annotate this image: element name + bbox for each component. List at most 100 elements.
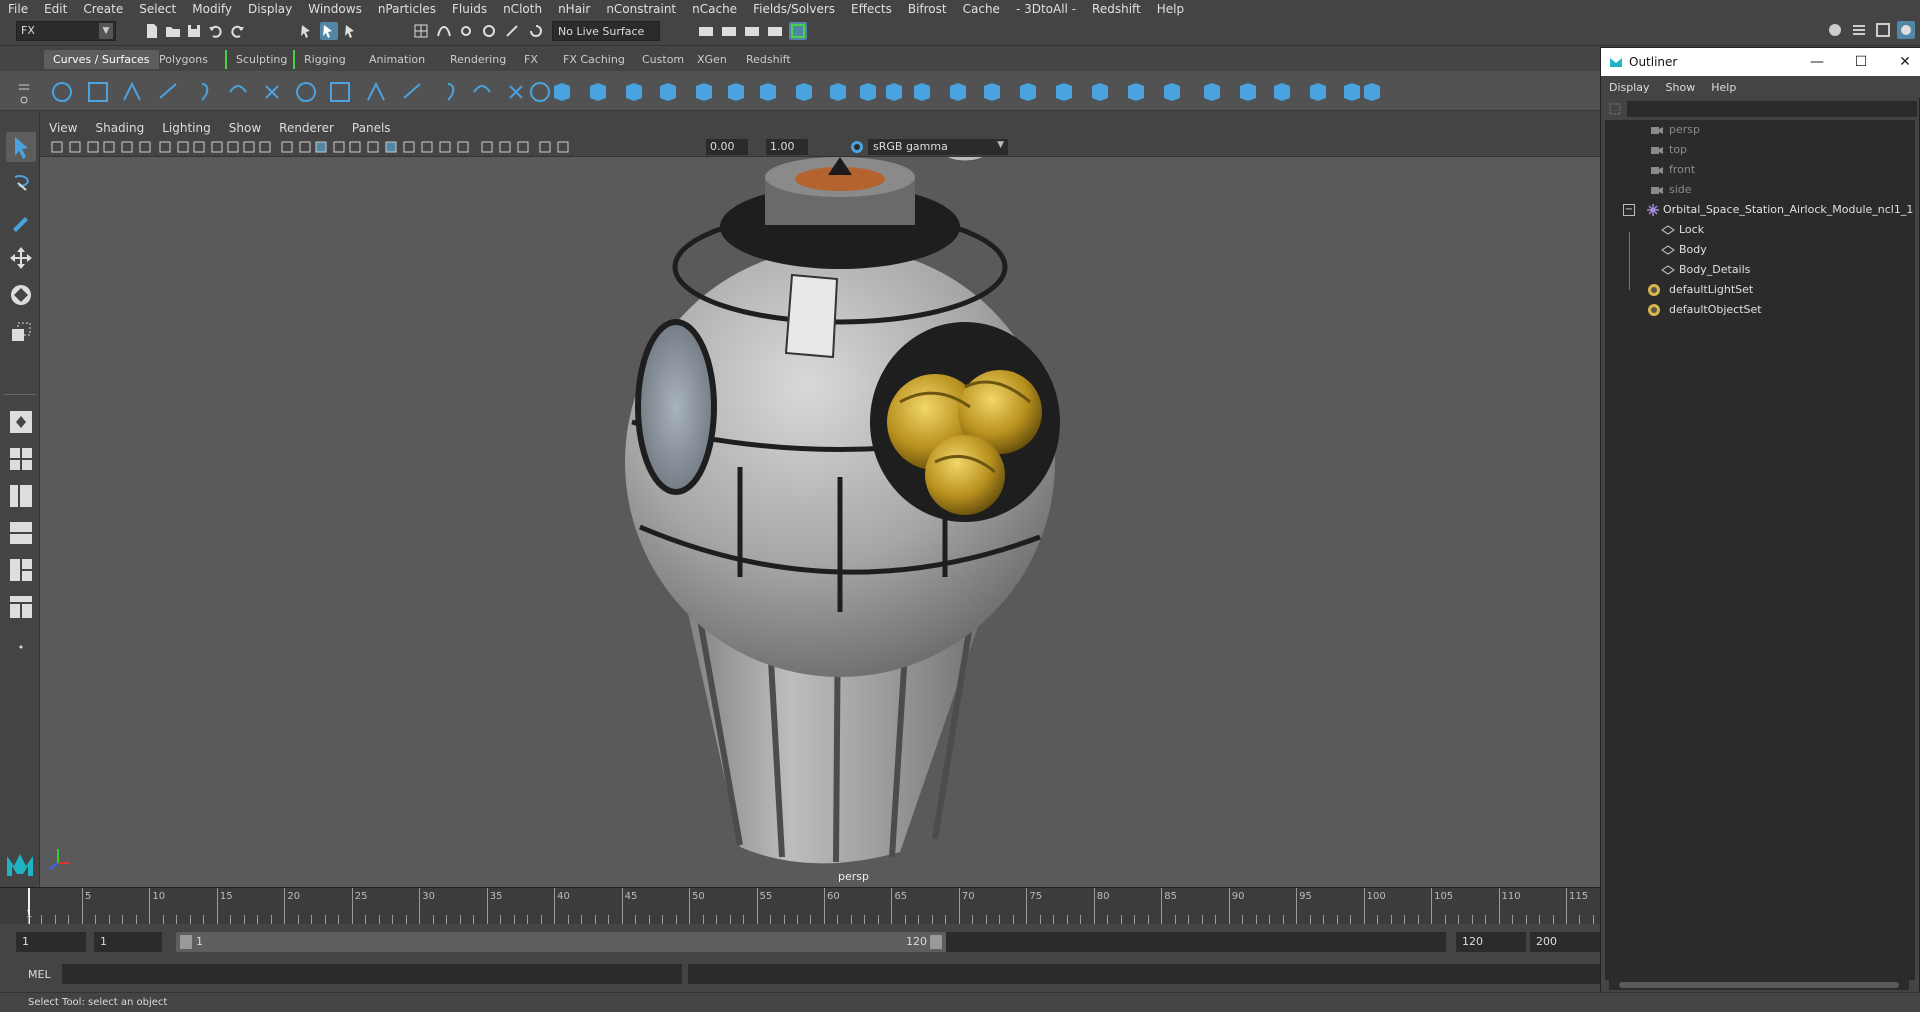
- maximize-icon[interactable]: ☐: [1851, 52, 1871, 72]
- shelf-tab-xgen[interactable]: XGen: [688, 50, 736, 69]
- color-management-icon[interactable]: [850, 140, 864, 154]
- range-slider-start-handle[interactable]: [180, 935, 192, 949]
- planar-icon[interactable]: [826, 80, 850, 104]
- curve-detach-icon[interactable]: [328, 80, 352, 104]
- nurbs-cylinder-icon[interactable]: [622, 80, 646, 104]
- panel-tool-1-icon[interactable]: [50, 140, 64, 154]
- panel-tool-26-icon[interactable]: [498, 140, 512, 154]
- nurbs-torus-icon[interactable]: [724, 80, 748, 104]
- select-object-icon[interactable]: [320, 22, 338, 40]
- panel-tool-4-icon[interactable]: [102, 140, 116, 154]
- menu-3dtoall[interactable]: - 3DtoAll -: [1008, 2, 1084, 16]
- view-transform-dropdown[interactable]: sRGB gamma ▼: [868, 139, 1008, 155]
- outliner-item-default-object-set[interactable]: defaultObjectSet: [1647, 300, 1762, 320]
- curve-fillet-icon[interactable]: [364, 80, 388, 104]
- project-curve-icon[interactable]: [1016, 80, 1040, 104]
- panel-tool-23-icon[interactable]: [438, 140, 452, 154]
- menu-ncloth[interactable]: nCloth: [495, 2, 550, 16]
- live-surface-field[interactable]: No Live Surface: [552, 21, 660, 41]
- outliner-item-body[interactable]: Body: [1661, 240, 1707, 260]
- outliner-search-input[interactable]: [1627, 101, 1917, 117]
- menu-file[interactable]: File: [0, 2, 36, 16]
- outliner-horizontal-scrollbar[interactable]: [1609, 980, 1909, 990]
- save-scene-icon[interactable]: [185, 22, 203, 40]
- rotate-tool[interactable]: [6, 280, 36, 310]
- lasso-tool[interactable]: [6, 169, 36, 199]
- menu-effects[interactable]: Effects: [843, 2, 900, 16]
- panel-tool-5-icon[interactable]: [120, 140, 134, 154]
- nurbs-circle-icon[interactable]: [50, 80, 74, 104]
- pencil-curve-icon[interactable]: [156, 80, 180, 104]
- curve-attach-icon[interactable]: [294, 80, 318, 104]
- panel-menu-shading[interactable]: Shading: [86, 121, 153, 135]
- rebuild-surface-icon[interactable]: [1270, 80, 1294, 104]
- nurbs-square-icon[interactable]: [86, 80, 110, 104]
- curve-offset-icon[interactable]: [470, 80, 494, 104]
- loft-icon[interactable]: [792, 80, 816, 104]
- panel-menu-lighting[interactable]: Lighting: [153, 121, 220, 135]
- shelf-tab-sculpting[interactable]: Sculpting: [225, 50, 296, 69]
- four-view-layout[interactable]: [6, 444, 36, 474]
- gamma-field[interactable]: 1.00: [766, 139, 808, 155]
- menu-create[interactable]: Create: [75, 2, 131, 16]
- render-current-icon[interactable]: [697, 22, 715, 40]
- shelf-menu-icon[interactable]: [17, 75, 31, 107]
- nurbs-cone-icon[interactable]: [656, 80, 680, 104]
- menu-edit[interactable]: Edit: [36, 2, 75, 16]
- panel-tool-19-icon[interactable]: [366, 140, 380, 154]
- bezier-curve-icon[interactable]: [226, 80, 250, 104]
- panel-tool-18-icon[interactable]: [348, 140, 362, 154]
- panel-tool-17-icon[interactable]: [332, 140, 346, 154]
- menu-cache[interactable]: Cache: [955, 2, 1008, 16]
- panel-tool-13-icon[interactable]: [258, 140, 272, 154]
- panel-tool-21-icon[interactable]: [402, 140, 416, 154]
- panel-tool-24-icon[interactable]: [456, 140, 470, 154]
- panel-tool-3-icon[interactable]: [86, 140, 100, 154]
- ipr-render-icon[interactable]: [720, 22, 738, 40]
- outliner-item-lock[interactable]: Lock: [1661, 220, 1704, 240]
- playback-end-field[interactable]: 120: [1456, 932, 1526, 952]
- shelf-tab-custom[interactable]: Custom: [633, 50, 693, 69]
- stitch-icon[interactable]: [1360, 80, 1384, 104]
- curve-rebuild-icon[interactable]: [504, 80, 528, 104]
- panel-tool-12-icon[interactable]: [242, 140, 256, 154]
- snap-view-plane-icon[interactable]: [480, 22, 498, 40]
- outliner-menu-show[interactable]: Show: [1658, 81, 1704, 94]
- playback-start-field[interactable]: 1: [94, 932, 162, 952]
- airlock-module-model[interactable]: [40, 157, 1600, 887]
- cv-curve-icon[interactable]: [190, 80, 214, 104]
- shelf-tab-curves-surfaces[interactable]: Curves / Surfaces: [44, 50, 159, 69]
- outliner-menu-help[interactable]: Help: [1703, 81, 1744, 94]
- panel-menu-panels[interactable]: Panels: [343, 121, 400, 135]
- persp-hypershade-layout[interactable]: [6, 555, 36, 585]
- range-slider-end-handle[interactable]: [930, 935, 942, 949]
- new-scene-icon[interactable]: [143, 22, 161, 40]
- shelf-tab-animation[interactable]: Animation: [360, 50, 434, 69]
- panel-menu-renderer[interactable]: Renderer: [270, 121, 343, 135]
- open-scene-icon[interactable]: [164, 22, 182, 40]
- panel-tool-8-icon[interactable]: [176, 140, 190, 154]
- redo-icon[interactable]: [228, 22, 246, 40]
- outliner-item-default-light-set[interactable]: defaultLightSet: [1647, 280, 1753, 300]
- select-component-icon[interactable]: [342, 22, 360, 40]
- panel-tool-15-icon[interactable]: [298, 140, 312, 154]
- nurbs-sphere-icon[interactable]: [550, 80, 574, 104]
- shelf-tab-rendering[interactable]: Rendering: [441, 50, 515, 69]
- snap-point-icon[interactable]: [457, 22, 475, 40]
- revolve-icon[interactable]: [756, 80, 780, 104]
- menu-help[interactable]: Help: [1149, 2, 1192, 16]
- attribute-editor-toggle-icon[interactable]: [1874, 21, 1892, 39]
- time-slider[interactable]: 1 5 10 15 20 25 30 35 40 45 50 55 60 65 70 75 80 85 90 95 1…: [0, 887, 1600, 925]
- undo-icon[interactable]: [207, 22, 225, 40]
- persp-graph-layout[interactable]: [6, 518, 36, 548]
- outliner-item-group[interactable]: − Orbital_Space_Station_Airlock_Module_n…: [1623, 200, 1913, 220]
- select-hierarchy-icon[interactable]: [298, 22, 316, 40]
- panel-tool-10-icon[interactable]: [210, 140, 224, 154]
- outliner-item-front[interactable]: front: [1651, 160, 1695, 180]
- bevel-icon[interactable]: [980, 80, 1004, 104]
- menu-windows[interactable]: Windows: [300, 2, 370, 16]
- panel-tool-29-icon[interactable]: [556, 140, 570, 154]
- render-settings-icon[interactable]: [743, 22, 761, 40]
- menu-nparticles[interactable]: nParticles: [370, 2, 444, 16]
- minimize-icon[interactable]: —: [1807, 52, 1827, 72]
